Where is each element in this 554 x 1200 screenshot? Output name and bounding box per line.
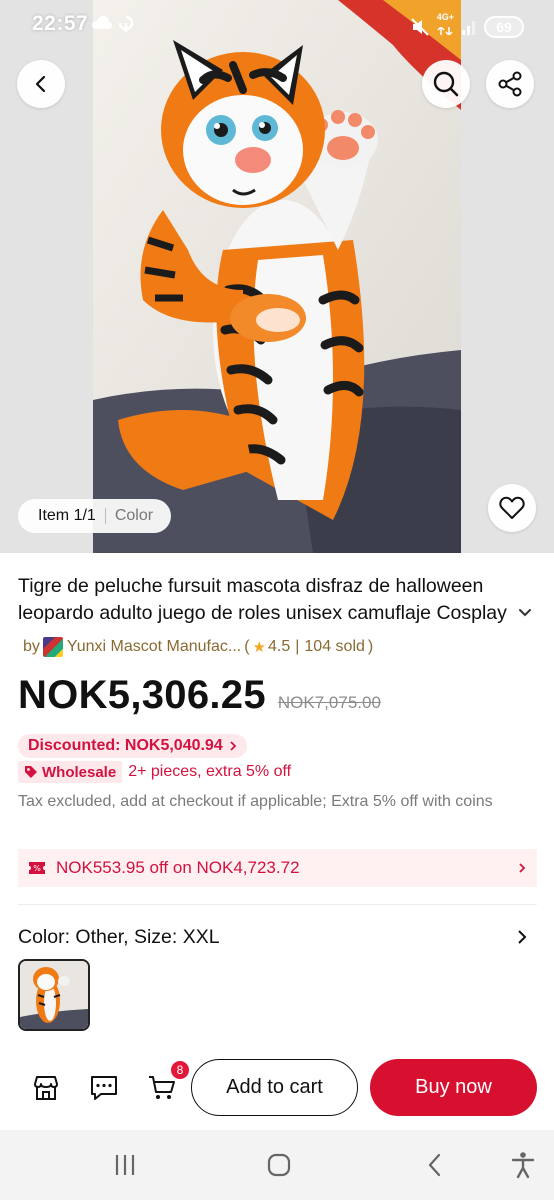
tag-icon [25, 766, 37, 778]
cart-count-badge: 8 [170, 1060, 190, 1080]
back-arrow-icon [428, 1153, 441, 1177]
chevron-right-icon[interactable] [516, 929, 528, 945]
status-bar: 22:57 4G+ 69 [0, 0, 554, 50]
rating-divider: | [295, 638, 300, 655]
status-time: 22:57 [32, 12, 89, 35]
app-notification-icon [118, 15, 134, 32]
star-icon: ★ [252, 639, 266, 656]
store-button[interactable] [30, 1072, 62, 1104]
product-photo[interactable] [93, 0, 461, 553]
search-icon [433, 71, 459, 97]
chat-button[interactable] [88, 1072, 120, 1104]
coupon-text: NOK553.95 off on NOK4,723.72 [56, 858, 300, 877]
system-back-button[interactable] [418, 1148, 452, 1182]
section-divider [18, 904, 537, 905]
gallery-indicator[interactable]: Item 1/1 Color [18, 499, 172, 533]
chevron-right-icon [230, 741, 237, 751]
cloud-icon [92, 16, 112, 29]
recents-icon [115, 1155, 135, 1175]
chevron-right-icon [519, 863, 526, 873]
search-button[interactable] [422, 60, 470, 108]
status-right: 4G+ 69 [411, 13, 524, 40]
network-type: 4G+ [436, 12, 454, 22]
sold-count: 104 sold [304, 638, 365, 655]
rating-value: 4.5 [268, 638, 291, 655]
color-tab[interactable]: Color [115, 507, 153, 525]
signal-icon [462, 20, 475, 35]
wholesale-badge: Wholesale [18, 761, 123, 783]
wholesale-text: 2+ pieces, extra 5% off [128, 763, 292, 780]
seller-name[interactable]: Yunxi Mascot Manufac... [67, 638, 241, 656]
add-to-cart-button[interactable]: Add to cart [191, 1059, 358, 1116]
wholesale-row: Wholesale 2+ pieces, extra 5% off [18, 761, 291, 783]
discount-label: Discounted: NOK5,040.94 [28, 737, 223, 754]
current-price: NOK5,306.25 [18, 673, 266, 717]
chevron-down-icon[interactable] [517, 607, 533, 619]
seller-row[interactable]: by Yunxi Mascot Manufac... ( ★ 4.5 | 104… [23, 637, 376, 657]
variant-thumbnail-image [20, 961, 88, 1029]
home-icon [267, 1153, 291, 1177]
item-counter: Item 1/1 [38, 507, 96, 524]
wishlist-button[interactable] [488, 484, 536, 532]
bottom-action-bar: 8 Add to cart Buy now [0, 1050, 554, 1130]
data-arrows-icon [437, 25, 453, 37]
paren-close: ) [367, 638, 374, 655]
heart-icon [499, 496, 525, 519]
share-button[interactable] [486, 60, 534, 108]
store-icon [34, 1076, 58, 1100]
coupon-icon: % [29, 862, 45, 874]
store-logo [42, 637, 63, 657]
product-gallery[interactable]: 22:57 4G+ 69 Item 1/1 Color [0, 0, 554, 553]
chat-icon [91, 1076, 117, 1100]
price-row: NOK5,306.25 NOK7,075.00 [18, 673, 381, 718]
accessibility-icon [511, 1152, 535, 1179]
wholesale-badge-label: Wholesale [42, 763, 117, 781]
product-title[interactable]: Tigre de peluche fursuit mascota disfraz… [18, 573, 524, 627]
status-left-icons [92, 15, 134, 33]
tax-note: Tax excluded, add at checkout if applica… [18, 793, 493, 810]
system-nav-bar [0, 1130, 554, 1200]
accessibility-button[interactable] [506, 1148, 540, 1182]
home-button[interactable] [262, 1148, 296, 1182]
svg-text:%: % [33, 864, 41, 873]
chevron-left-icon [35, 75, 46, 93]
original-price: NOK7,075.00 [277, 693, 381, 712]
pill-divider [104, 508, 106, 524]
buy-now-button[interactable]: Buy now [370, 1059, 537, 1116]
mute-icon [411, 17, 429, 36]
cart-icon [149, 1076, 175, 1099]
seller-prefix: by [23, 638, 40, 655]
recents-button[interactable] [108, 1148, 142, 1182]
back-button[interactable] [17, 60, 65, 108]
discount-pill[interactable]: Discounted: NOK5,040.94 [18, 734, 247, 758]
battery-indicator: 69 [484, 15, 524, 38]
variant-thumbnail[interactable] [18, 959, 90, 1031]
variant-selector[interactable]: Color: Other, Size: XXL [18, 926, 220, 949]
network-indicator: 4G+ [437, 13, 454, 40]
paren-open: ( [244, 638, 250, 655]
share-icon [498, 71, 522, 97]
coupon-banner[interactable]: % NOK553.95 off on NOK4,723.72 [18, 849, 537, 887]
